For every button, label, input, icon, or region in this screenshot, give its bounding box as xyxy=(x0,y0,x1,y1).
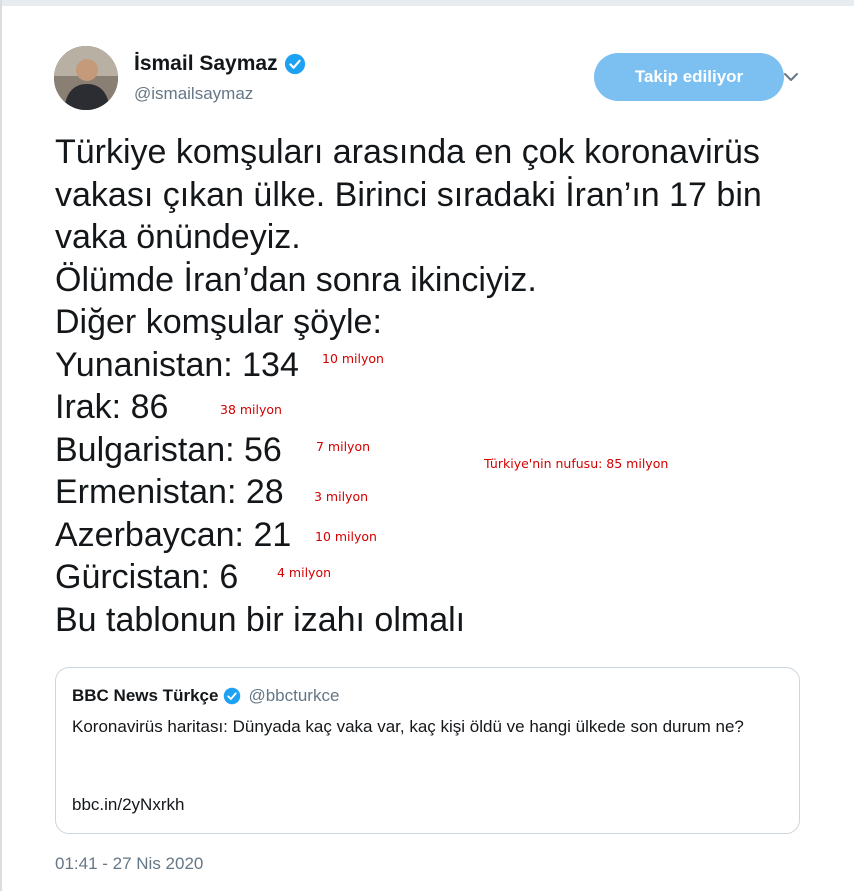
annotation-bulgaria: 7 milyon xyxy=(316,439,371,454)
tweet-line: vakası çıkan ülke. Birinci sıradaki İran… xyxy=(55,175,762,214)
tweet-line: Azerbaycan: 21 xyxy=(55,515,292,554)
quoted-author-name: BBC News Türkçe xyxy=(72,686,219,705)
tweet-line: Ölümde İran’dan sonra ikinciyiz. xyxy=(55,260,537,299)
quoted-author-handle: @bbcturkce xyxy=(248,686,340,705)
author-handle[interactable]: @ismailsaymaz xyxy=(134,84,253,104)
chevron-down-icon[interactable] xyxy=(782,68,800,86)
top-strip xyxy=(0,0,854,6)
author-name-row: İsmail Saymaz xyxy=(134,52,306,76)
tweet-line: vaka önündeyiz. xyxy=(55,218,301,256)
annotation-armenia: 3 milyon xyxy=(314,489,369,504)
quoted-tweet-text: Koronavirüs haritası: Dünyada kaç vaka v… xyxy=(72,717,744,736)
verified-badge-icon xyxy=(224,687,241,705)
left-divider xyxy=(0,0,2,891)
tweet-line: Bu tablonun bir izahı olmalı xyxy=(55,600,466,639)
quoted-tweet-link[interactable]: bbc.in/2yNxrkh xyxy=(72,795,184,815)
annotation-turkey-population: Türkiye'nin nufusu: 85 milyon xyxy=(484,456,669,471)
tweet-line: Ermenistan: 28 xyxy=(55,473,284,511)
tweet-line: Gürcistan: 6 xyxy=(55,558,239,596)
verified-badge-icon xyxy=(284,53,305,75)
annotation-greece: 10 milyon xyxy=(322,351,384,366)
tweet-line: Türkiye komşuları arasında en çok korona… xyxy=(55,133,760,171)
quoted-tweet-header: BBC News Türkçe @bbcturkce xyxy=(72,686,339,706)
tweet-line: Irak: 86 xyxy=(55,388,169,426)
tweet-timestamp[interactable]: 01:41 - 27 Nis 2020 xyxy=(55,854,203,874)
avatar-photo xyxy=(54,46,118,110)
author-avatar[interactable] xyxy=(54,46,118,110)
tweet-line: Yunanistan: 134 xyxy=(55,345,299,384)
author-name[interactable]: İsmail Saymaz xyxy=(134,52,278,76)
tweet-line: Bulgaristan: 56 xyxy=(55,430,282,469)
annotation-iraq: 38 milyon xyxy=(220,402,282,417)
annotation-georgia: 4 milyon xyxy=(277,565,332,580)
tweet-text: Türkiye komşuları arasında en çok korona… xyxy=(55,131,825,641)
annotation-azerbaijan: 10 milyon xyxy=(315,529,377,544)
quoted-tweet-card[interactable]: BBC News Türkçe @bbcturkce Koronavirüs h… xyxy=(55,667,800,834)
following-button[interactable]: Takip ediliyor xyxy=(594,53,784,101)
tweet-line: Diğer komşular şöyle: xyxy=(55,303,382,341)
